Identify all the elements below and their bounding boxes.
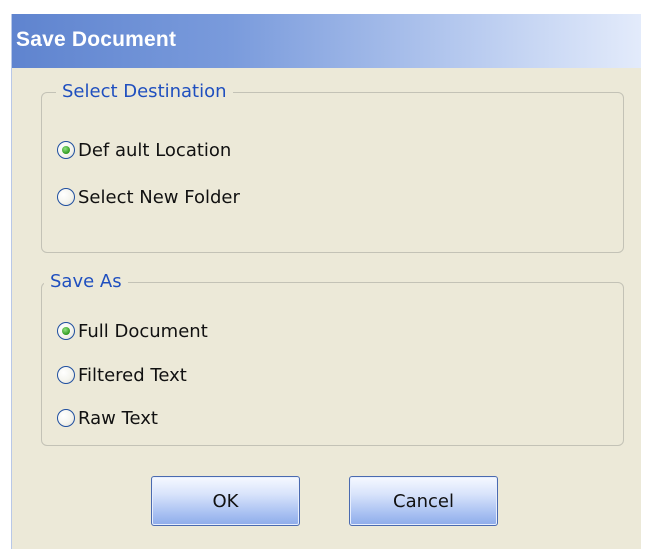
radio-select-new-folder-label: Select New Folder: [78, 186, 240, 208]
radio-default-location[interactable]: Def ault Location: [57, 137, 231, 163]
radio-select-new-folder[interactable]: Select New Folder: [57, 184, 240, 210]
radio-filtered-text-label: Filtered Text: [78, 364, 187, 386]
radio-filtered-text[interactable]: Filtered Text: [57, 362, 187, 388]
select-destination-legend: Select Destination: [56, 80, 233, 104]
select-destination-group: Select Destination Def ault Location Sel…: [41, 80, 624, 253]
ok-button[interactable]: OK: [151, 476, 300, 526]
radio-unchecked-icon[interactable]: [57, 188, 75, 206]
title-bar[interactable]: Save Document: [12, 14, 641, 68]
radio-default-location-label: Def ault Location: [78, 139, 232, 161]
save-as-legend: Save As: [44, 270, 128, 294]
radio-unchecked-icon[interactable]: [57, 409, 75, 427]
radio-full-document[interactable]: Full Document: [57, 318, 208, 344]
radio-checked-icon[interactable]: [57, 141, 75, 159]
save-document-dialog: Save Document Select Destination Def aul…: [11, 14, 641, 549]
cancel-button[interactable]: Cancel: [349, 476, 498, 526]
radio-checked-icon[interactable]: [57, 322, 75, 340]
radio-raw-text-label: Raw Text: [78, 407, 158, 429]
save-as-group: Save As Full Document Filtered Text Raw …: [41, 270, 624, 446]
radio-raw-text[interactable]: Raw Text: [57, 405, 158, 431]
radio-unchecked-icon[interactable]: [57, 366, 75, 384]
dialog-title: Save Document: [16, 28, 177, 51]
radio-full-document-label: Full Document: [78, 320, 208, 342]
